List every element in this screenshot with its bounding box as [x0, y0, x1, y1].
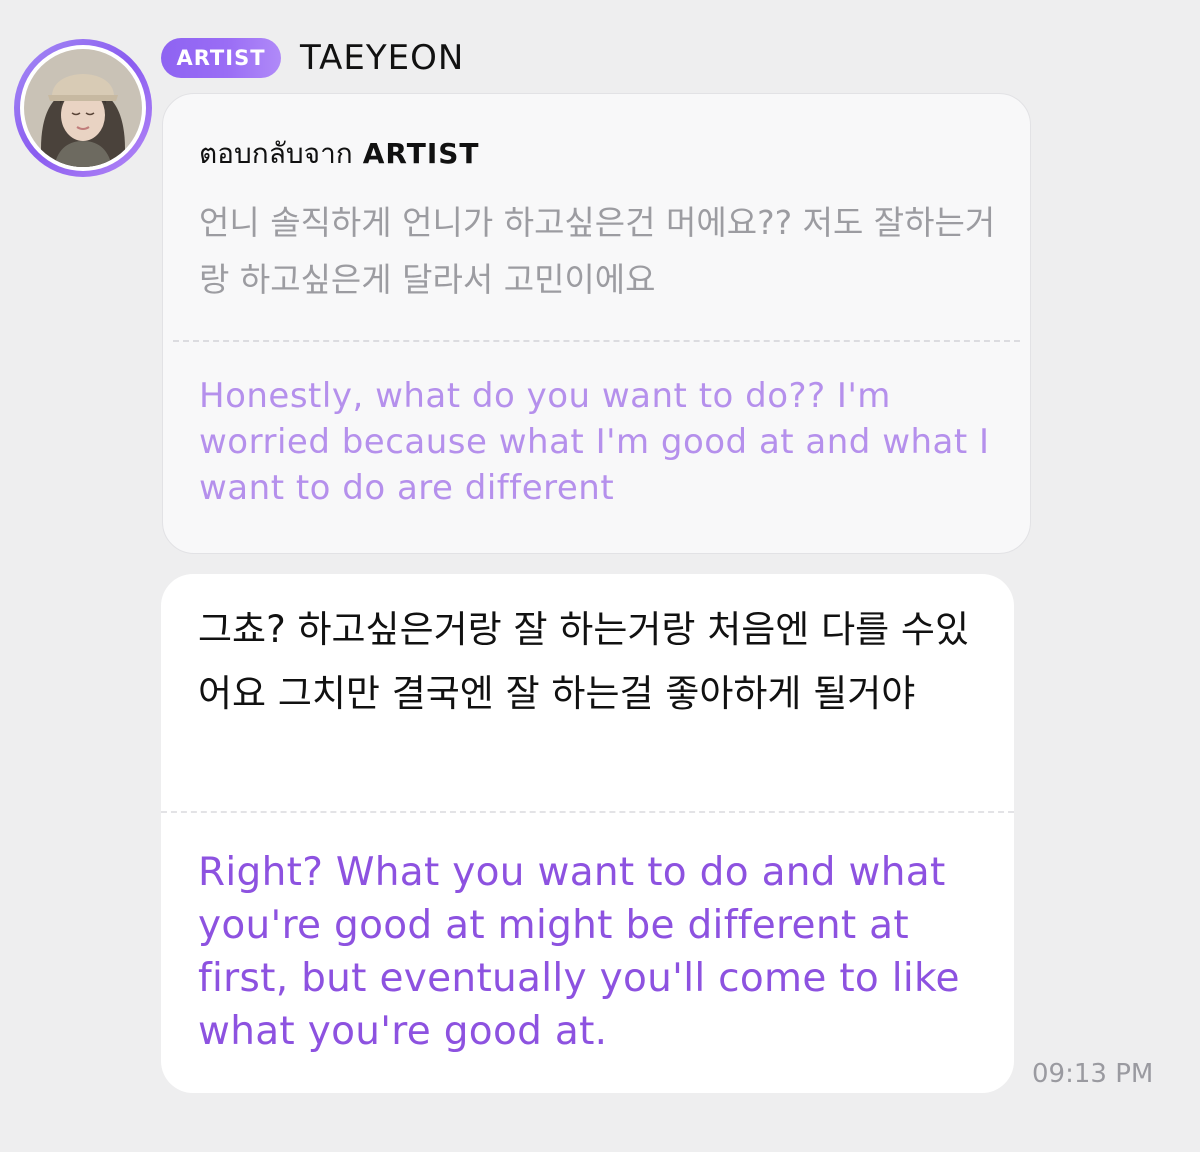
quoted-translation-text: Honestly, what do you want to do?? I'm w… [199, 376, 990, 508]
reply-translation-text: Right? What you want to do and what you'… [198, 850, 960, 1054]
message-timestamp: 09:13 PM [1032, 1059, 1154, 1089]
artist-avatar[interactable] [14, 39, 152, 177]
reply-divider [161, 811, 1014, 813]
quoted-message-card[interactable]: ตอบกลับจาก ARTIST 언니 솔직하게 언니가 하고싶은건 머에요??… [162, 93, 1031, 554]
reply-message-bubble[interactable]: 그쵸? 하고싶은거랑 잘 하는거랑 처음엔 다를 수있어요 그치만 결국엔 잘 … [161, 574, 1014, 1093]
quote-divider [173, 340, 1020, 342]
artist-badge: ARTIST [161, 38, 281, 78]
reply-author-label: ARTIST [362, 137, 480, 170]
avatar-photo [24, 49, 142, 167]
reply-prefix-label: ตอบกลับจาก [199, 137, 353, 170]
reply-header: ตอบกลับจาก ARTIST [199, 134, 480, 174]
reply-original-text: 그쵸? 하고싶은거랑 잘 하는거랑 처음엔 다를 수있어요 그치만 결국엔 잘 … [198, 608, 970, 715]
avatar-frame [20, 45, 146, 171]
quoted-original-text: 언니 솔직하게 언니가 하고싶은건 머에요?? 저도 잘하는거랑 하고싶은게 달… [199, 203, 996, 299]
artist-name[interactable]: TAEYEON [300, 36, 464, 80]
